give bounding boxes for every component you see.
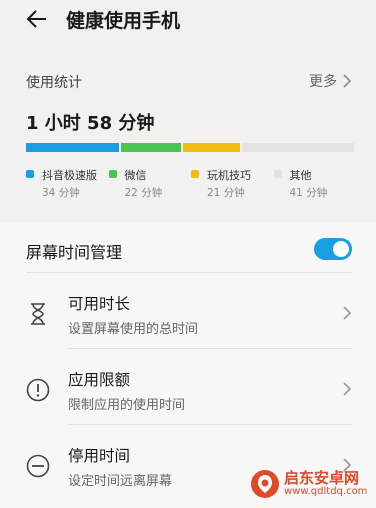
legend-dot bbox=[108, 170, 117, 178]
legend-app-time: 34 分钟 bbox=[42, 187, 80, 199]
usage-legend: 抖音极速版 34 分钟 微信 22 分钟 玩机技巧 21 分钟 其他 41 分钟 bbox=[26, 167, 356, 207]
item-title: 可用时长 bbox=[68, 295, 131, 313]
item-subtitle: 限制应用的使用时间 bbox=[68, 398, 186, 413]
chevron-right-icon bbox=[343, 382, 352, 396]
legend-item: 其他 41 分钟 bbox=[273, 167, 357, 207]
usage-bar bbox=[26, 143, 354, 152]
legend-app-time: 22 分钟 bbox=[124, 187, 163, 199]
item-title: 停用时间 bbox=[68, 447, 131, 465]
usage-bar-segment-0 bbox=[26, 143, 119, 152]
legend-dot bbox=[26, 170, 34, 178]
watermark-url: www.qdltdq.com bbox=[284, 486, 368, 497]
usage-section-label: 使用统计 bbox=[26, 75, 82, 91]
item-subtitle: 设定时间远离屏幕 bbox=[68, 474, 173, 489]
legend-dot bbox=[191, 170, 199, 178]
hourglass-icon bbox=[31, 303, 45, 325]
legend-item: 玩机技巧 21 分钟 bbox=[191, 167, 274, 207]
watermark: 启东安卓网 www.qdltdq.com bbox=[250, 468, 367, 500]
legend-app-name: 抖音极速版 bbox=[42, 169, 97, 182]
legend-app-time: 21 分钟 bbox=[207, 187, 245, 199]
legend-dot bbox=[273, 170, 282, 178]
minus-circle-icon bbox=[26, 454, 50, 478]
legend-app-name: 其他 bbox=[289, 169, 312, 182]
watermark-name: 启东安卓网 bbox=[284, 469, 360, 487]
legend-app-time: 41 分钟 bbox=[289, 187, 328, 199]
usage-stats-card: 使用统计 更多 1 小时 58 分钟 抖音极速版 34 分钟 微信 22 分钟 … bbox=[0, 57, 376, 210]
legend-item: 微信 22 分钟 bbox=[108, 167, 192, 207]
app-limit-item[interactable]: 应用限额 限制应用的使用时间 bbox=[0, 352, 376, 428]
usage-bar-segment-3 bbox=[242, 143, 354, 152]
legend-app-name: 玩机技巧 bbox=[207, 169, 251, 182]
watermark-logo-icon bbox=[251, 470, 279, 498]
screen-time-management-row: 屏幕时间管理 bbox=[26, 236, 352, 274]
screen-time-management-toggle[interactable] bbox=[314, 238, 352, 260]
header: 健康使用手机 bbox=[0, 0, 376, 40]
usage-bar-segment-1 bbox=[120, 143, 181, 152]
item-title: 应用限额 bbox=[68, 371, 131, 389]
back-arrow-icon[interactable] bbox=[26, 8, 48, 30]
chevron-right-icon bbox=[343, 74, 352, 88]
legend-item: 抖音极速版 34 分钟 bbox=[26, 167, 109, 207]
alert-circle-icon bbox=[26, 378, 50, 402]
total-usage-time: 1 小时 58 分钟 bbox=[26, 113, 155, 134]
usage-bar-segment-2 bbox=[182, 143, 241, 152]
chevron-right-icon bbox=[343, 306, 352, 320]
divider bbox=[26, 272, 352, 273]
screen-time-management-card: 屏幕时间管理 可用时长 设置屏幕使用的总时间 应用限额 限制应用的使用时间 停用… bbox=[0, 222, 376, 508]
toggle-knob bbox=[333, 241, 349, 257]
more-link[interactable]: 更多 bbox=[309, 71, 352, 91]
divider bbox=[68, 424, 352, 425]
divider bbox=[68, 348, 352, 349]
page-title: 健康使用手机 bbox=[66, 10, 181, 32]
available-duration-item[interactable]: 可用时长 设置屏幕使用的总时间 bbox=[0, 276, 376, 352]
item-subtitle: 设置屏幕使用的总时间 bbox=[68, 322, 199, 337]
legend-app-name: 微信 bbox=[124, 169, 147, 182]
screen-time-management-label: 屏幕时间管理 bbox=[26, 243, 123, 262]
more-label: 更多 bbox=[309, 74, 337, 90]
